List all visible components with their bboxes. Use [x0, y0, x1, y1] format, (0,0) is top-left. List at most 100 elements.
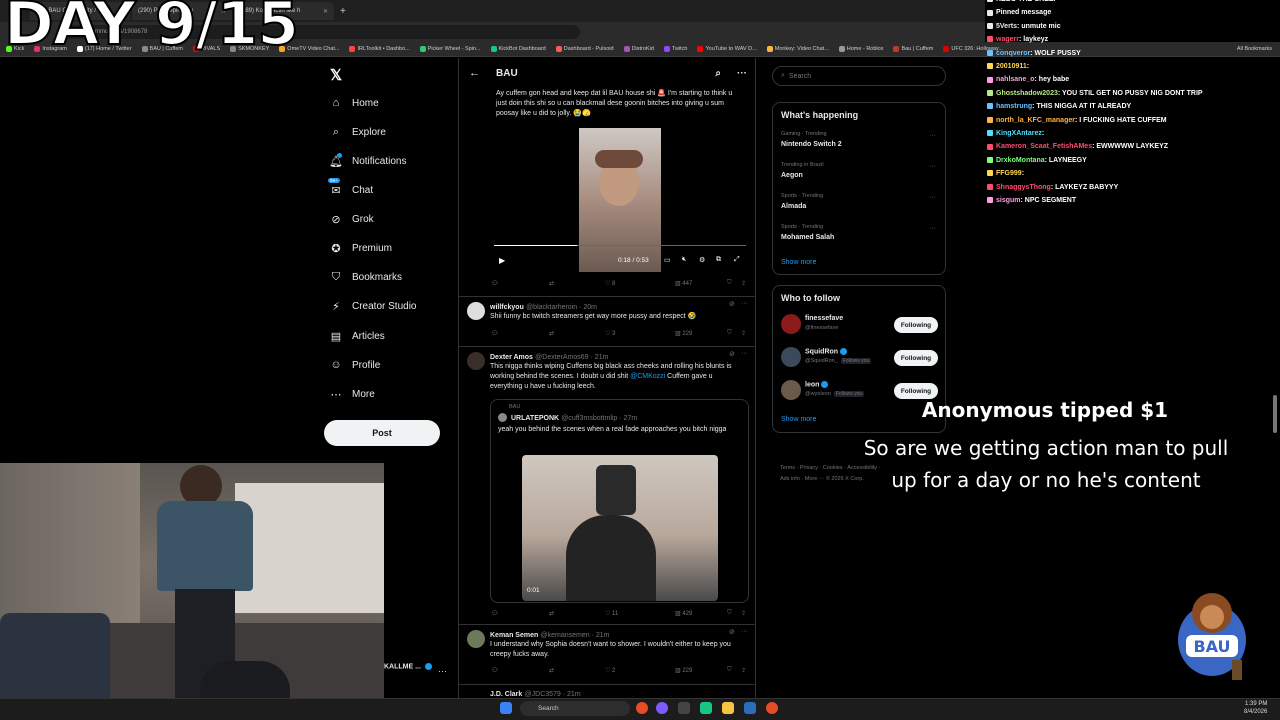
video-progress-track[interactable] — [494, 245, 746, 246]
avatar[interactable] — [781, 347, 801, 367]
trend-name[interactable]: Nintendo Switch 2 — [781, 141, 842, 148]
chat-username[interactable]: conqveror — [996, 50, 1030, 57]
chat-username[interactable]: DrxkoMontana — [996, 157, 1045, 164]
pip-icon[interactable]: ⧉ — [716, 256, 721, 264]
bookmark-icon[interactable]: ⛉ — [727, 667, 741, 674]
avatar[interactable] — [467, 352, 485, 370]
bookmark-item[interactable]: KickBot Dashboard — [490, 46, 546, 52]
author-name[interactable]: willfckyou — [490, 304, 524, 311]
avatar[interactable] — [781, 380, 801, 400]
tweet[interactable]: Dexter Amos @DexterAmos69 · 21m ⊘ ··· Th… — [459, 347, 755, 622]
chat-username[interactable]: nahlsane_o — [996, 76, 1035, 83]
views-button[interactable]: ▥ 429 — [675, 610, 727, 617]
chat-username[interactable]: ShnaggysThong — [996, 184, 1051, 191]
bookmark-item[interactable]: Dashboard - Pulsoid — [555, 46, 614, 52]
sidebar-item-home[interactable]: ⌂ Home — [330, 97, 450, 109]
tweet-video[interactable]: ▶ 0:18 / 0:53 ▭ 🔇︎ ⚙ ⧉ ⤢ — [494, 126, 746, 272]
chat-username[interactable]: FFG999 — [996, 170, 1022, 177]
bookmark-item[interactable]: Bau | Cuffem — [893, 46, 933, 52]
sidebar-item-bookmarks[interactable]: ⛉ Bookmarks — [330, 271, 450, 283]
follow-user[interactable]: leon — [805, 381, 829, 388]
sidebar-item-explore[interactable]: ⌕ Explore — [330, 126, 450, 138]
bookmark-item[interactable]: DistroKid — [623, 46, 654, 52]
repost-icon[interactable]: ⇄ — [549, 667, 605, 674]
author-name[interactable]: Keman Semen — [490, 632, 538, 639]
avatar[interactable] — [467, 630, 485, 648]
fullscreen-icon[interactable]: ⤢ — [734, 256, 740, 264]
sidebar-item-profile[interactable]: ☺ Profile — [330, 359, 450, 371]
steam-icon[interactable] — [744, 702, 756, 714]
author-name[interactable]: Dexter Amos — [490, 354, 533, 361]
chat-username[interactable]: sisgum — [996, 197, 1021, 204]
search-input[interactable]: ⌕ Search — [772, 66, 946, 86]
trend-name[interactable]: Mohamed Salah — [781, 234, 834, 241]
scrollbar[interactable] — [1273, 395, 1277, 433]
reply-icon[interactable]: 💬︎ — [491, 667, 549, 674]
like-button[interactable]: ♡ 2 — [605, 667, 675, 674]
back-arrow-icon[interactable]: ← — [469, 67, 480, 79]
chat-username[interactable]: Ghostshadow2023 — [996, 90, 1058, 97]
more-icon[interactable]: ··· — [737, 68, 747, 79]
author-name[interactable]: J.D. Clark — [490, 691, 522, 698]
bookmark-item[interactable]: Twitch — [663, 46, 687, 52]
trend-name[interactable]: Aegon — [781, 172, 803, 179]
chat-username[interactable]: Kameron_Scaat_FetishAMes — [996, 143, 1092, 150]
folder-icon[interactable] — [722, 702, 734, 714]
follow-user[interactable]: SquidRon — [805, 348, 848, 355]
avatar[interactable] — [498, 413, 507, 422]
system-clock[interactable]: 1:39 PM 8/4/2026 — [1244, 700, 1267, 716]
share-icon[interactable]: ⇪ — [741, 330, 746, 337]
show-more-link[interactable]: Show more — [781, 259, 816, 266]
avatar[interactable] — [467, 302, 485, 320]
tweet[interactable]: willfckyou @blacktarheroin · 20m ⊘ ··· S… — [459, 297, 755, 347]
discord-icon[interactable] — [656, 702, 668, 714]
windows-start-icon[interactable] — [500, 702, 512, 714]
chrome-icon[interactable] — [766, 702, 778, 714]
views-button[interactable]: ▥ 447 — [675, 280, 727, 287]
account-more-icon[interactable]: ··· — [438, 666, 447, 676]
taskbar-search[interactable]: Search — [520, 701, 630, 716]
chat-username[interactable]: 20010911 — [996, 63, 1027, 70]
reply-icon[interactable]: 💬︎ — [491, 330, 549, 337]
like-button[interactable]: ♡ 3 — [605, 330, 675, 337]
sidebar-item-articles[interactable]: ▤ Articles — [330, 330, 450, 343]
bookmark-icon[interactable]: ⛉ — [727, 330, 741, 337]
sidebar-item-chat[interactable]: ✉ Chat 99+ — [328, 178, 450, 197]
tweet[interactable]: J.D. Clark @JDC3579 · 21m — [490, 689, 581, 698]
more-icon[interactable]: ··· — [741, 628, 748, 635]
quoted-tweet[interactable]: BAU URLATEPONK @cuff3msbottmlip · 27m ye… — [490, 399, 749, 603]
sidebar-item-creator-studio[interactable]: ⚡︎ Creator Studio — [330, 300, 450, 313]
chat-username[interactable]: 5Verts — [996, 23, 1017, 30]
captions-icon[interactable]: ▭ — [664, 256, 671, 264]
new-tab-icon[interactable]: + — [340, 6, 346, 17]
grok-icon[interactable]: ⊘ — [729, 350, 735, 358]
more-icon[interactable]: ··· — [741, 350, 748, 357]
tweet[interactable]: Keman Semen @kemansemen · 21m ⊘ ··· I un… — [459, 625, 755, 685]
share-icon[interactable]: ⇪ — [741, 280, 746, 287]
search-icon[interactable]: ⌕ — [715, 68, 721, 79]
sidebar-item-grok[interactable]: ⊘ Grok — [330, 213, 450, 226]
grok-icon[interactable]: ⊘ — [729, 628, 735, 636]
chat-username[interactable]: KingXAntarez — [996, 130, 1042, 137]
account-name[interactable]: KALLME ... — [384, 663, 432, 670]
bookmark-item[interactable]: Monkey: Video Chat... — [766, 46, 829, 52]
bookmark-icon[interactable]: ⛉ — [727, 610, 741, 617]
share-icon[interactable]: ⇪ — [741, 610, 746, 617]
views-button[interactable]: ▥ 229 — [675, 667, 727, 674]
share-icon[interactable]: ⇪ — [741, 667, 746, 674]
sidebar-item-premium[interactable]: ✪ Premium — [330, 242, 450, 255]
reply-icon[interactable]: 💬︎ — [491, 610, 549, 617]
close-tab-icon[interactable]: ✕ — [323, 8, 328, 15]
chat-username[interactable]: north_la_KFC_manager — [996, 117, 1075, 124]
quote-video[interactable]: 0:01 — [522, 455, 718, 601]
show-more-link[interactable]: Show more — [781, 416, 816, 423]
reply-icon[interactable]: 💬︎ — [491, 280, 549, 287]
post-button[interactable]: Post — [324, 420, 440, 446]
play-icon[interactable]: ▶ — [499, 256, 505, 265]
kick-icon[interactable] — [700, 702, 712, 714]
chrome-icon[interactable] — [636, 702, 648, 714]
follow-user[interactable]: finessefave — [805, 315, 843, 322]
obs-icon[interactable] — [678, 702, 690, 714]
mention-link[interactable]: @CMKozzi — [630, 373, 665, 380]
repost-icon[interactable]: ⇄ — [549, 330, 605, 337]
